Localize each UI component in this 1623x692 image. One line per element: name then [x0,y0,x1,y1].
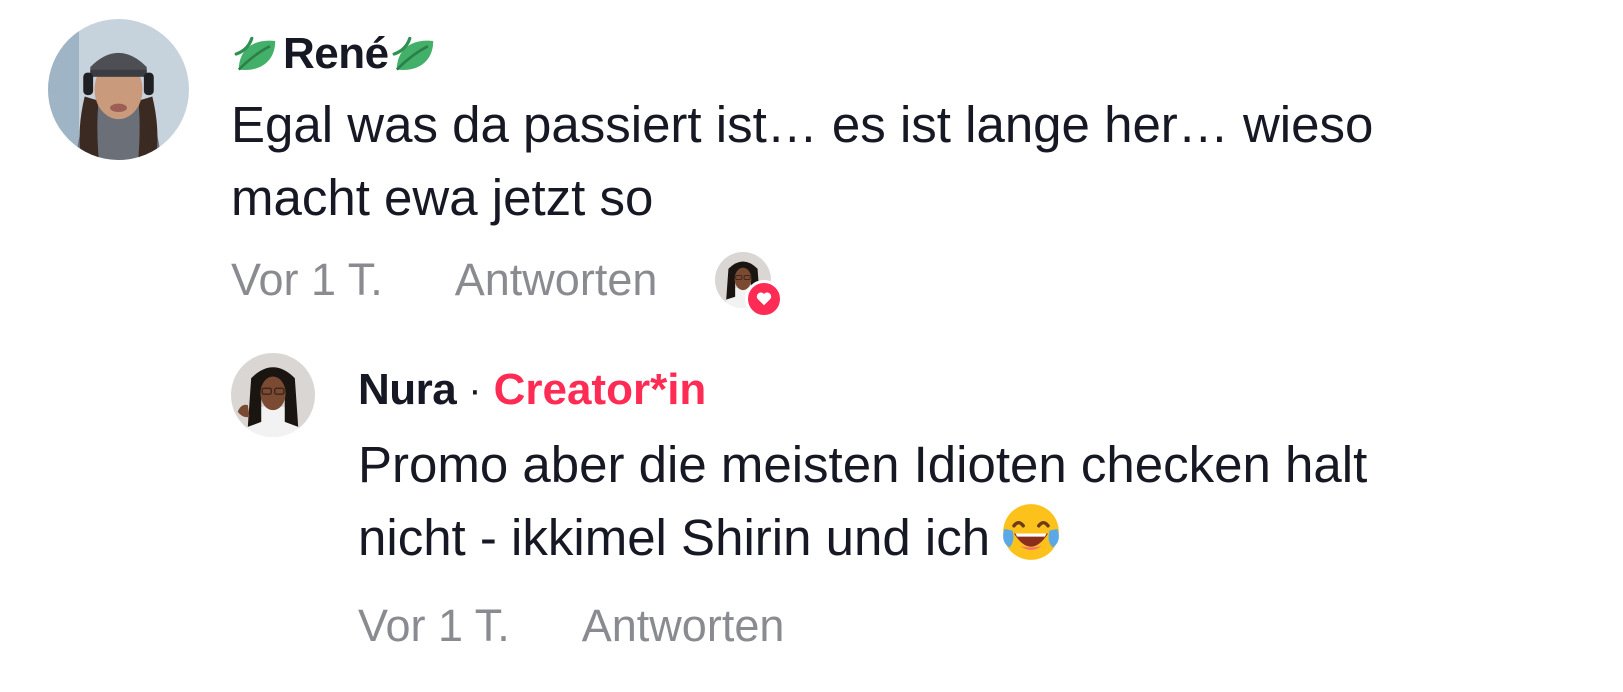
comment-text-line: Egal was da passiert ist… es ist lange h… [231,96,1374,153]
creator-liked-badge [715,252,784,318]
reply-text-line: Promo aber die meisten Idioten checken h… [358,436,1368,493]
reply-meta: Vor 1 T. Antworten [358,600,1578,652]
reply-timestamp: Vor 1 T. [358,600,510,651]
creator-badge: Creator*in [493,365,707,414]
comment-timestamp: Vor 1 T. [231,254,383,305]
comment-header: René [231,26,1561,82]
reply-button[interactable]: Antworten [455,254,658,306]
reply-text: Promo aber die meisten Idioten checken h… [358,428,1578,574]
comment-text: Egal was da passiert ist… es ist lange h… [231,88,1561,234]
leaf-icon [389,28,441,80]
commenter-username[interactable]: René [283,29,389,79]
separator-dot: · [468,367,482,412]
reply-header: Nura · Creator*in [358,362,1578,418]
commenter-avatar[interactable] [48,19,189,160]
heart-icon [745,280,784,318]
reply-text-line-with-emoji: nicht - ikkimel Shirin und ich [358,501,1578,574]
reply-text-line: nicht - ikkimel Shirin und ich [358,509,991,566]
comment-text-line: macht ewa jetzt so [231,169,654,226]
creator-avatar[interactable] [231,353,315,437]
reply-comment: Nura · Creator*in Promo aber die meisten… [358,362,1578,652]
leaf-icon [231,28,283,80]
reply-button[interactable]: Antworten [582,600,785,652]
creator-username[interactable]: Nura [358,365,457,415]
face-with-tears-of-joy-icon [1000,501,1062,563]
comment-meta: Vor 1 T. Antworten [231,252,1561,318]
comment: René Egal was da passiert ist… es ist la… [231,26,1561,318]
